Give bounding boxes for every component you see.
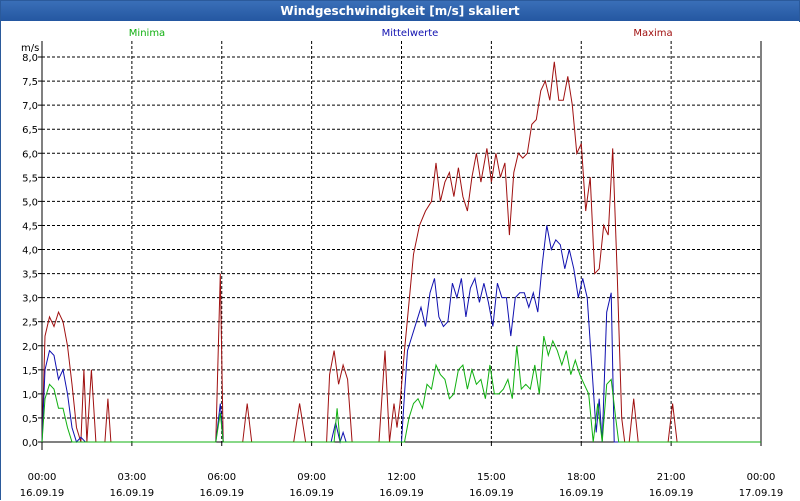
y-tick-label: 5,5 — [22, 173, 38, 184]
y-tick-label: 0,0 — [22, 438, 38, 449]
x-tick-date: 16.09.19 — [289, 488, 334, 499]
x-tick-time: 06:00 — [207, 472, 236, 483]
x-tick-time: 21:00 — [657, 472, 686, 483]
x-tick-date: 16.09.19 — [469, 488, 514, 499]
legend-minima: Minima — [129, 28, 165, 39]
x-tick-time: 00:00 — [747, 472, 776, 483]
chart-window: Windgeschwindigkeit [m/s] skaliert 0,0 0,… — [0, 0, 800, 501]
y-tick-label: 4,0 — [22, 246, 38, 257]
x-tick-date: 17.09.19 — [739, 488, 784, 499]
legend-mittelwerte: Mittelwerte — [382, 28, 439, 39]
y-tick-label: 2,0 — [22, 342, 38, 353]
chart-background — [1, 22, 800, 501]
x-tick-date: 16.09.19 — [649, 488, 694, 499]
x-tick-time: 12:00 — [387, 472, 416, 483]
y-tick-label: 7,5 — [22, 77, 38, 88]
y-tick-label: 4,5 — [22, 221, 38, 232]
wind-speed-chart: 0,0 0,5 1,0 1,5 2,0 2,5 3,0 3,5 4,0 4,5 5,0 5,5 6,0 6… — [1, 22, 800, 501]
y-tick-label: 3,5 — [22, 270, 38, 281]
x-tick-time: 00:00 — [28, 472, 57, 483]
y-tick-label: 3,0 — [22, 294, 38, 305]
y-tick-label: 2,5 — [22, 318, 38, 329]
x-tick-time: 03:00 — [117, 472, 146, 483]
x-tick-date: 16.09.19 — [20, 488, 65, 499]
x-tick-time: 15:00 — [477, 472, 506, 483]
x-tick-time: 09:00 — [297, 472, 326, 483]
y-tick-label: 6,5 — [22, 125, 38, 136]
y-tick-label: 1,0 — [22, 390, 38, 401]
legend-maxima: Maxima — [633, 28, 672, 39]
x-tick-date: 16.09.19 — [379, 488, 424, 499]
x-tick-date: 16.09.19 — [559, 488, 604, 499]
y-tick-label: 1,5 — [22, 366, 38, 377]
y-tick-label: 6,0 — [22, 149, 38, 160]
window-title: Windgeschwindigkeit [m/s] skaliert — [1, 1, 799, 21]
y-tick-label: 8,0 — [22, 53, 38, 64]
x-tick-date: 16.09.19 — [199, 488, 244, 499]
y-tick-label: 0,5 — [22, 414, 38, 425]
y-tick-label: 7,0 — [22, 101, 38, 112]
x-tick-time: 18:00 — [567, 472, 596, 483]
y-tick-label: 5,0 — [22, 197, 38, 208]
y-axis-unit: m/s — [21, 43, 39, 54]
x-tick-date: 16.09.19 — [110, 488, 155, 499]
